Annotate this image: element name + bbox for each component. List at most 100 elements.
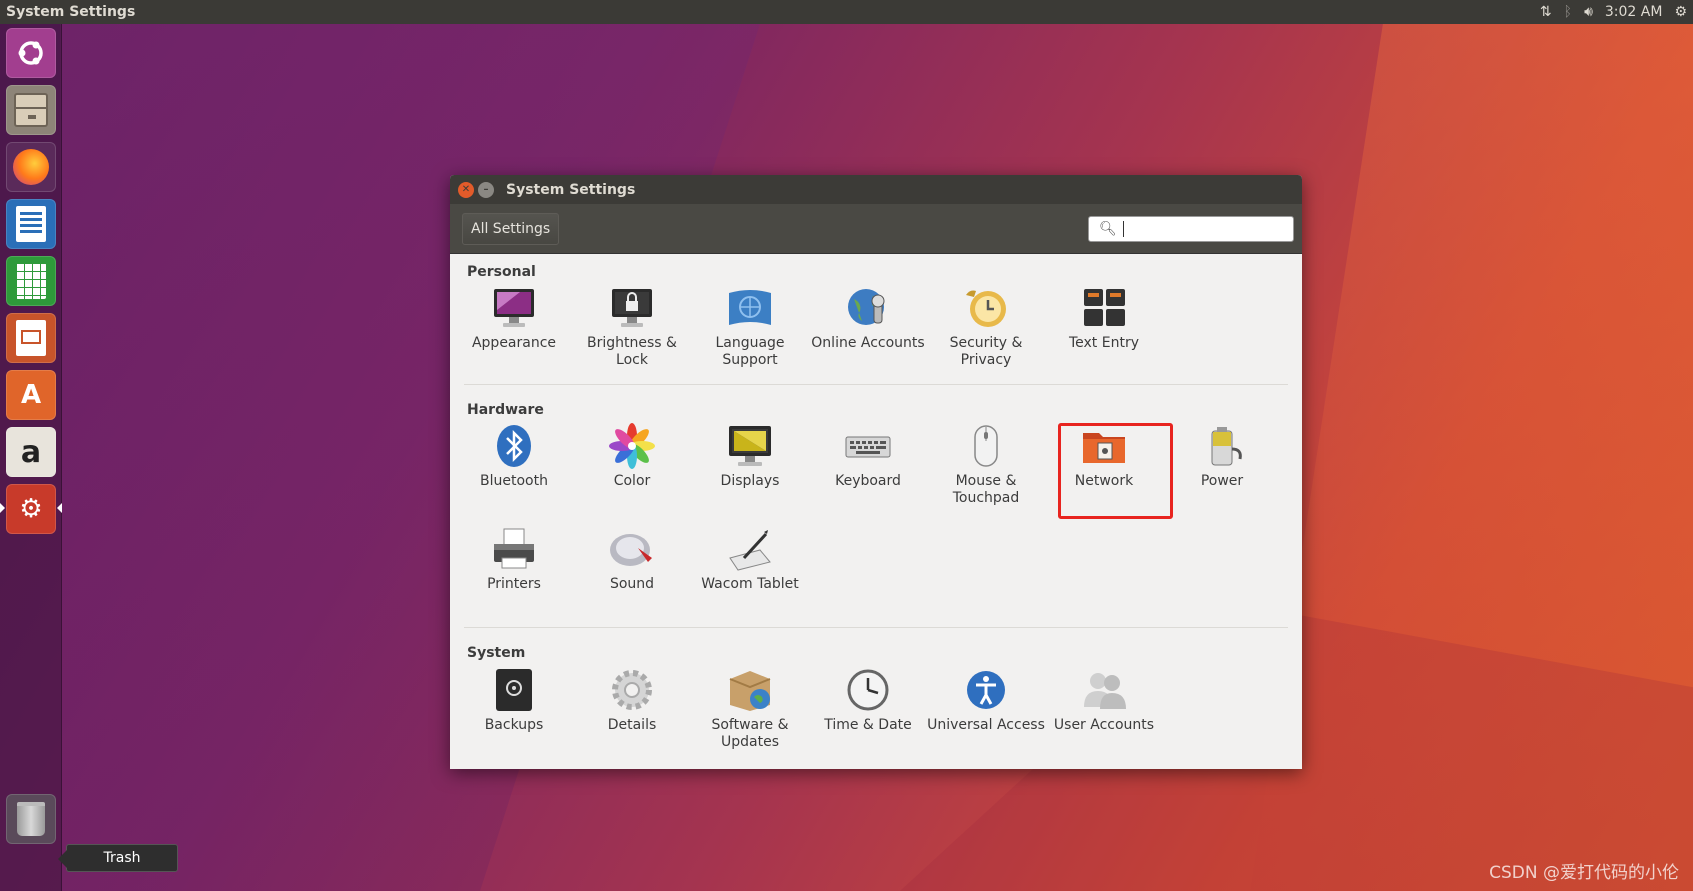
trash-icon	[17, 802, 45, 836]
gear-icon[interactable]: ⚙	[1674, 4, 1687, 20]
settings-item-security-privacy[interactable]: Security & Privacy	[927, 285, 1045, 369]
active-app-title: System Settings	[6, 4, 136, 20]
settings-item-universal-access[interactable]: Universal Access	[927, 667, 1045, 734]
settings-item-bluetooth[interactable]: Bluetooth	[455, 423, 573, 490]
settings-item-printers[interactable]: Printers	[455, 526, 573, 593]
settings-item-label: Sound	[609, 576, 655, 592]
impress-presentation-icon	[16, 320, 46, 356]
text-caret	[1122, 221, 1124, 237]
settings-item-text-entry[interactable]: Text Entry	[1045, 285, 1163, 352]
text-entry-icon	[1080, 285, 1128, 331]
online-accounts-icon	[844, 285, 892, 331]
settings-item-label: Backups	[484, 717, 544, 733]
launcher: A a ⚙	[0, 24, 62, 891]
all-settings-button[interactable]: All Settings	[462, 213, 560, 245]
launcher-impress[interactable]	[6, 313, 56, 363]
settings-item-sound[interactable]: Sound	[573, 526, 691, 593]
displays-icon	[726, 423, 774, 469]
system-settings-window: ✕ – System Settings All Settings 🔍︎ Pers…	[450, 175, 1302, 769]
settings-item-label: Appearance	[471, 335, 557, 351]
launcher-calc[interactable]	[6, 256, 56, 306]
launcher-amazon[interactable]: a	[6, 427, 56, 477]
wacom-tablet-icon	[726, 526, 774, 572]
section-title-hardware: Hardware	[467, 402, 544, 418]
bluetooth-icon	[490, 423, 538, 469]
search-icon: 🔍︎	[1099, 221, 1117, 237]
firefox-icon	[13, 149, 49, 185]
software-updates-icon	[726, 667, 774, 713]
printers-icon	[490, 526, 538, 572]
settings-item-label: Text Entry	[1068, 335, 1139, 351]
keyboard-icon	[844, 423, 892, 469]
focus-indicator	[57, 503, 62, 513]
launcher-software-center[interactable]: A	[6, 370, 56, 420]
running-indicator	[0, 503, 5, 513]
settings-item-backups[interactable]: Backups	[455, 667, 573, 734]
settings-item-brightness-lock[interactable]: Brightness & Lock	[573, 285, 691, 369]
color-icon	[608, 423, 656, 469]
settings-item-keyboard[interactable]: Keyboard	[809, 423, 927, 490]
settings-item-online-accounts[interactable]: Online Accounts	[809, 285, 927, 352]
file-cabinet-icon	[14, 93, 48, 127]
settings-item-label: Language Support	[715, 335, 785, 368]
user-accounts-icon	[1080, 667, 1128, 713]
settings-item-label: Time & Date	[824, 717, 912, 733]
settings-item-label: Color	[613, 473, 651, 489]
backups-icon	[490, 667, 538, 713]
bluetooth-icon[interactable]: ᛒ	[1564, 4, 1572, 20]
settings-item-mouse-touchpad[interactable]: Mouse & Touchpad	[927, 423, 1045, 507]
details-icon	[608, 667, 656, 713]
section-title-system: System	[467, 645, 526, 661]
minimize-button[interactable]: –	[478, 181, 494, 198]
power-icon	[1198, 423, 1246, 469]
watermark-text: CSDN @爱打代码的小伦	[1489, 863, 1679, 883]
settings-item-label: Wacom Tablet	[701, 576, 799, 592]
section-divider	[464, 384, 1288, 385]
settings-item-label: Brightness & Lock	[587, 335, 677, 368]
settings-item-label: Mouse & Touchpad	[952, 473, 1020, 506]
launcher-ubuntu-dash[interactable]	[6, 28, 56, 78]
settings-item-label: Software & Updates	[711, 717, 789, 750]
universal-access-icon	[962, 667, 1010, 713]
settings-item-language-support[interactable]: Language Support	[691, 285, 809, 369]
close-icon: ✕	[461, 184, 471, 195]
settings-item-label: Bluetooth	[480, 473, 548, 489]
settings-item-label: Printers	[487, 576, 541, 592]
network-arrows-icon[interactable]: ⇅	[1540, 4, 1552, 20]
settings-item-details[interactable]: Details	[573, 667, 691, 734]
launcher-files[interactable]	[6, 85, 56, 135]
settings-item-label: Displays	[720, 473, 780, 489]
window-titlebar[interactable]: ✕ – System Settings	[450, 175, 1302, 204]
launcher-writer[interactable]	[6, 199, 56, 249]
amazon-icon: a	[20, 434, 42, 470]
settings-item-color[interactable]: Color	[573, 423, 691, 490]
shopping-bag-icon: A	[20, 380, 42, 410]
settings-item-label: Power	[1200, 473, 1244, 489]
settings-item-label: User Accounts	[1053, 717, 1155, 733]
launcher-system-settings[interactable]: ⚙	[6, 484, 56, 534]
settings-item-displays[interactable]: Displays	[691, 423, 809, 490]
close-button[interactable]: ✕	[458, 181, 474, 198]
settings-item-wacom-tablet[interactable]: Wacom Tablet	[691, 526, 809, 593]
launcher-firefox[interactable]	[6, 142, 56, 192]
clock-time[interactable]: 3:02 AM	[1605, 4, 1663, 20]
settings-item-user-accounts[interactable]: User Accounts	[1045, 667, 1163, 734]
settings-item-appearance[interactable]: Appearance	[455, 285, 573, 352]
settings-item-label: Online Accounts	[811, 335, 925, 351]
volume-icon[interactable]: 🔊︎	[1584, 4, 1593, 20]
writer-document-icon	[16, 206, 46, 242]
settings-item-label: Security & Privacy	[949, 335, 1023, 368]
launcher-trash[interactable]	[6, 794, 56, 844]
language-support-icon	[726, 285, 774, 331]
trash-tooltip: Trash	[58, 844, 178, 872]
window-toolbar: All Settings 🔍︎	[450, 204, 1302, 254]
settings-item-time-date[interactable]: Time & Date	[809, 667, 927, 734]
calc-spreadsheet-icon	[16, 263, 46, 299]
brightness-lock-icon	[608, 285, 656, 331]
mouse-touchpad-icon	[962, 423, 1010, 469]
search-input[interactable]: 🔍︎	[1088, 216, 1294, 242]
appearance-icon	[490, 285, 538, 331]
settings-item-power[interactable]: Power	[1163, 423, 1281, 490]
settings-item-software-updates[interactable]: Software & Updates	[691, 667, 809, 751]
settings-item-label: Universal Access	[927, 717, 1045, 733]
